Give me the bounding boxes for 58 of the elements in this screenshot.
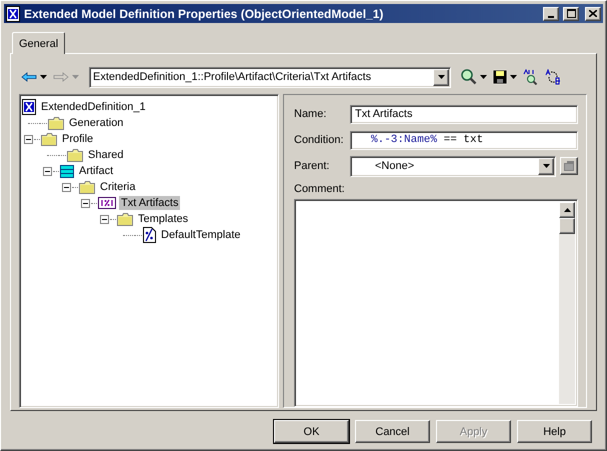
caret-icon <box>510 75 517 79</box>
parent-dropdown[interactable]: <None> <box>350 156 556 176</box>
tree-item[interactable]: DefaultTemplate <box>159 228 242 242</box>
maximize-icon <box>566 9 576 18</box>
dialog-button[interactable]: OK <box>274 420 349 443</box>
collapse-icon[interactable] <box>43 166 52 176</box>
tree-item[interactable]: ExtendedDefinition_1 <box>39 100 148 114</box>
collapse-icon[interactable] <box>24 134 33 144</box>
close-button[interactable] <box>585 6 601 20</box>
caret-icon <box>480 75 487 79</box>
dialog-button[interactable]: Help <box>517 420 592 443</box>
document-icon <box>143 227 156 243</box>
tree-item[interactable]: Txt Artifacts <box>119 196 180 210</box>
properties-icon <box>564 161 574 171</box>
tab[interactable]: General <box>12 32 66 54</box>
name-field[interactable]: Txt Artifacts <box>350 104 578 124</box>
up-arrow-icon <box>564 208 570 212</box>
model-icon <box>22 99 36 115</box>
path-combo[interactable]: ExtendedDefinition_1::Profile\Artifact\Criteria\Txt Artifacts <box>89 66 451 88</box>
percent-box-icon <box>98 197 116 209</box>
name-label: Name: <box>294 108 328 120</box>
dropdown-button[interactable] <box>538 158 554 174</box>
comment-field[interactable] <box>294 199 578 407</box>
minimize-icon <box>548 16 554 18</box>
collapse-icon[interactable] <box>62 182 71 192</box>
close-icon <box>589 10 597 17</box>
caret-icon <box>542 164 550 168</box>
list-icon <box>60 164 74 178</box>
tree-item[interactable]: Profile <box>60 132 96 146</box>
caret-icon <box>40 75 47 79</box>
caret-icon <box>72 75 79 79</box>
model-icon <box>6 6 20 22</box>
caret-icon <box>438 75 444 79</box>
forward-arrow-icon <box>53 72 69 82</box>
window-title: Extended Model Definition Properties (ObjectOrientedModel_1) <box>24 6 384 20</box>
tree-item[interactable]: Generation <box>67 116 126 130</box>
collapse-icon[interactable] <box>81 198 90 208</box>
condition-label: Condition: <box>294 134 345 146</box>
tree-item[interactable]: Shared <box>86 148 126 162</box>
tree-item[interactable]: Criteria <box>98 180 138 194</box>
parent-label: Parent: <box>294 160 330 172</box>
dialog-button[interactable]: Cancel <box>355 420 430 443</box>
magnifier-icon <box>461 69 477 85</box>
tree-item[interactable]: Artifact <box>77 164 116 178</box>
scroll-thumb[interactable] <box>559 218 575 234</box>
scrollbar[interactable] <box>559 202 575 404</box>
condition-field[interactable]: %.-3:Name% == txt <box>350 130 578 150</box>
comment-label: Comment: <box>294 183 346 195</box>
spell-check-icon <box>523 69 539 85</box>
collapse-icon[interactable] <box>100 214 109 224</box>
maximize-button[interactable] <box>563 6 579 20</box>
minimize-button[interactable] <box>543 6 559 20</box>
dropdown-button[interactable] <box>433 68 449 86</box>
properties-button[interactable] <box>560 157 578 175</box>
tree-item[interactable]: Templates <box>136 212 190 226</box>
back-arrow-icon <box>21 72 37 82</box>
swap-arrows-icon <box>545 69 561 85</box>
scroll-up-button[interactable] <box>559 202 575 218</box>
